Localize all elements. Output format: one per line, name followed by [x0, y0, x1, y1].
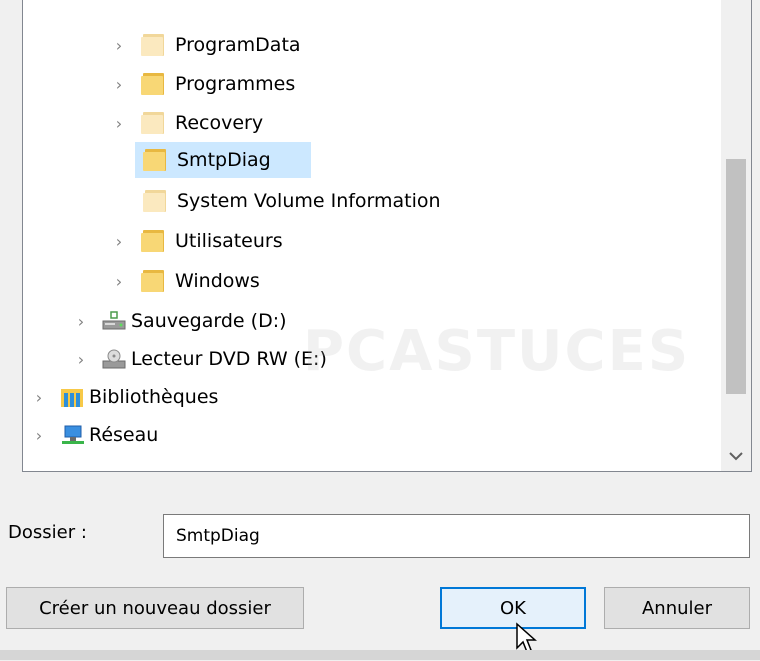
- dvd-drive-icon: [101, 348, 127, 370]
- expand-chevron-icon[interactable]: ›: [107, 36, 131, 55]
- folder-icon: [141, 230, 167, 252]
- tree-item-label: Sauvegarde (D:): [131, 310, 287, 332]
- tree-item-label: Utilisateurs: [175, 230, 283, 252]
- watermark-logo: PCASTUCES: [303, 319, 691, 384]
- folder-icon: [141, 34, 167, 56]
- folder-icon: [143, 149, 169, 171]
- vertical-scrollbar[interactable]: [721, 0, 751, 471]
- folder-tree[interactable]: › ProgramData › Programmes › Recovery Sm…: [22, 0, 752, 472]
- folder-input[interactable]: [163, 514, 750, 558]
- libraries-icon: [59, 385, 85, 409]
- tree-item-sauvegarde[interactable]: › Sauvegarde (D:): [69, 303, 287, 339]
- tree-item-label: SmtpDiag: [177, 149, 271, 171]
- tree-item-label: ProgramData: [175, 34, 301, 56]
- expand-chevron-icon[interactable]: ›: [69, 350, 93, 369]
- tree-item-label: Bibliothèques: [89, 386, 219, 408]
- tree-item-programdata[interactable]: › ProgramData: [107, 27, 301, 63]
- tree-item-dvd-drive[interactable]: › Lecteur DVD RW (E:): [69, 341, 327, 377]
- tree-item-reseau[interactable]: › Réseau: [27, 417, 159, 453]
- expand-chevron-icon[interactable]: ›: [107, 272, 131, 291]
- scroll-down-arrow-icon[interactable]: [721, 441, 751, 471]
- tree-item-system-volume-information[interactable]: System Volume Information: [143, 183, 441, 219]
- tree-item-smtpdiag[interactable]: SmtpDiag: [135, 142, 311, 178]
- tree-item-utilisateurs[interactable]: › Utilisateurs: [107, 223, 283, 259]
- tree-item-label: Windows: [175, 270, 260, 292]
- expand-chevron-icon[interactable]: ›: [107, 232, 131, 251]
- expand-chevron-icon[interactable]: ›: [69, 312, 93, 331]
- expand-chevron-icon[interactable]: ›: [27, 388, 51, 407]
- cancel-button[interactable]: Annuler: [604, 587, 750, 629]
- expand-chevron-icon[interactable]: ›: [107, 114, 131, 133]
- tree-item-label: Lecteur DVD RW (E:): [131, 348, 327, 370]
- underlying-window-edge: [0, 650, 760, 660]
- tree-item-label: Réseau: [89, 424, 159, 446]
- folder-icon: [141, 73, 167, 95]
- browse-folder-dialog: › ProgramData › Programmes › Recovery Sm…: [0, 0, 760, 660]
- new-folder-button[interactable]: Créer un nouveau dossier: [6, 587, 304, 629]
- drive-icon: [101, 310, 127, 332]
- folder-icon: [141, 112, 167, 134]
- tree-item-bibliotheques[interactable]: › Bibliothèques: [27, 379, 219, 415]
- tree-item-label: Recovery: [175, 112, 264, 134]
- expand-chevron-icon[interactable]: ›: [27, 426, 51, 445]
- folder-icon: [143, 190, 169, 212]
- tree-item-programmes[interactable]: › Programmes: [107, 66, 295, 102]
- expand-chevron-icon[interactable]: ›: [107, 75, 131, 94]
- tree-item-windows[interactable]: › Windows: [107, 263, 260, 299]
- folder-icon: [141, 270, 167, 292]
- scrollbar-thumb[interactable]: [726, 159, 746, 394]
- tree-item-recovery[interactable]: › Recovery: [107, 105, 263, 141]
- tree-item-label: Programmes: [175, 73, 296, 95]
- folder-field-label: Dossier :: [8, 522, 87, 543]
- ok-button[interactable]: OK: [440, 587, 586, 629]
- tree-item-label: System Volume Information: [177, 190, 441, 212]
- network-icon: [59, 423, 85, 447]
